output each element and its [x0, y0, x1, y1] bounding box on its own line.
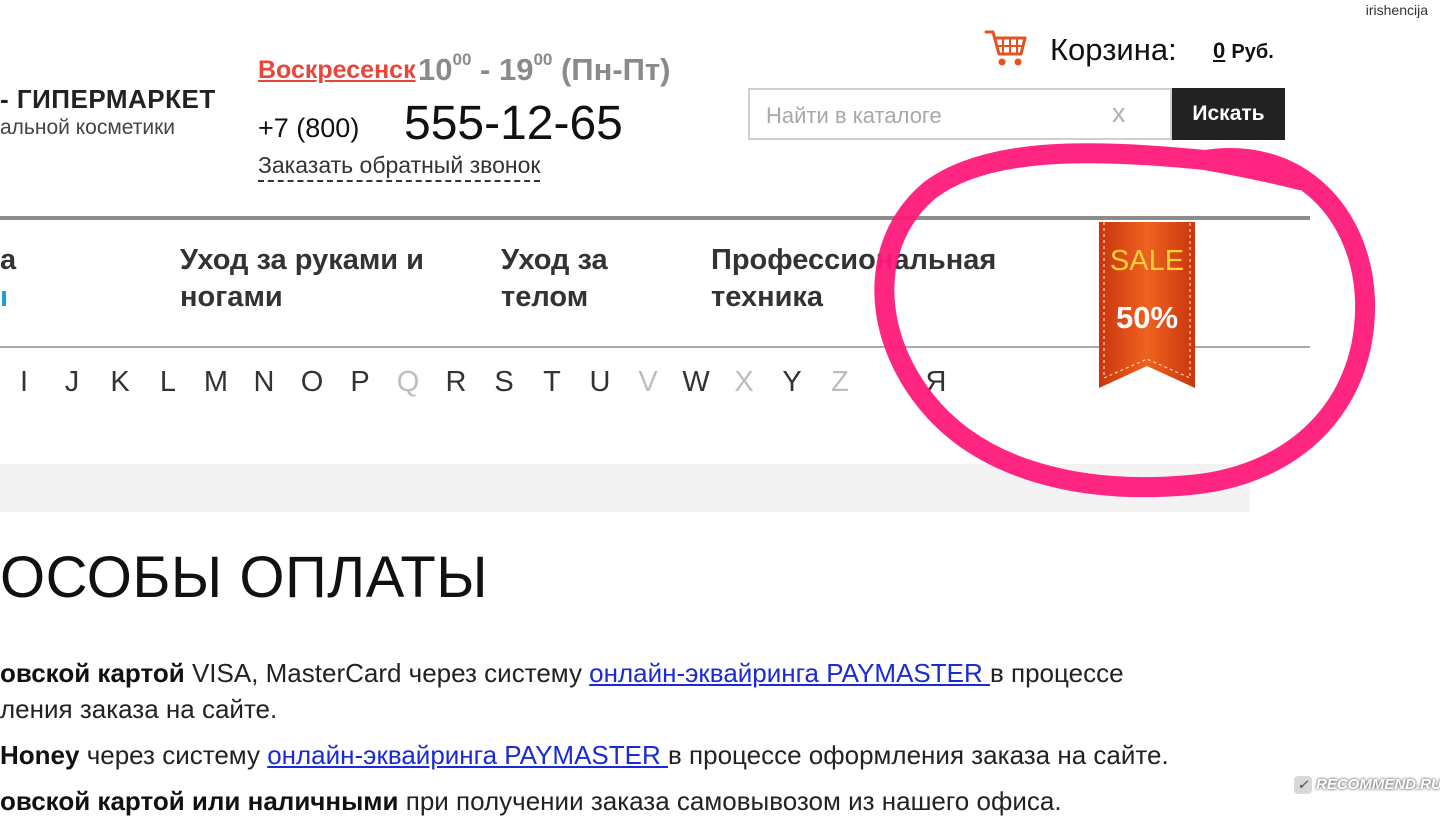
alphabet-letter[interactable]: N — [240, 366, 288, 399]
alphabet-letter[interactable]: I — [0, 366, 48, 399]
recommend-badge-icon: ✓ — [1294, 776, 1312, 795]
alphabet-letter[interactable]: S — [480, 366, 528, 399]
clear-search-icon[interactable]: x — [1112, 98, 1126, 129]
payment-option-card-online: овской картой VISA, MasterCard через сис… — [0, 658, 1124, 689]
alphabet-letter-disabled: Q — [396, 366, 420, 398]
alphabet-letter[interactable]: Я — [912, 366, 960, 399]
breadcrumb-bar — [0, 464, 1250, 512]
search-button[interactable]: Искать — [1172, 88, 1285, 140]
payment-text-tail: в процессе — [989, 658, 1124, 688]
hours-start-minutes: 00 — [452, 50, 472, 69]
payment-text: через систему — [79, 740, 268, 770]
work-days: (Пн-Пт) — [552, 52, 671, 87]
alphabet-letter-disabled: Z — [831, 366, 849, 398]
payment-method-bold: овской картой или наличными — [0, 786, 399, 816]
alphabet-letter[interactable]: U — [576, 366, 624, 399]
alphabet-letter[interactable]: P — [336, 366, 384, 399]
sale-percent: 50% — [1116, 300, 1178, 335]
cart-icon[interactable] — [984, 26, 1028, 70]
paymaster-link[interactable]: онлайн-эквайринга PAYMASTER — [267, 740, 668, 770]
nav-category-partial[interactable]: аı — [0, 242, 16, 316]
nav-category-partial-label: а — [0, 244, 17, 276]
alphabet-letter[interactable]: W — [672, 366, 720, 399]
nav-category-label: Профессиональная — [711, 244, 997, 276]
city-link[interactable]: Воскресенск — [258, 56, 416, 85]
nav-category-label: Уход за руками и — [180, 244, 425, 276]
cart-label[interactable]: Корзина: — [1050, 32, 1177, 68]
nav-category-hands-feet[interactable]: Уход за руками и ногами — [180, 242, 470, 316]
payment-text-tail: в процессе оформления заказа на сайте. — [668, 740, 1169, 770]
nav-category-label-2: ногами — [180, 281, 283, 313]
callback-link[interactable]: Заказать обратный звонок — [258, 152, 541, 182]
alphabet-filter: I J K L M N O P Q R S T U V W X Y Z Я — [0, 366, 960, 399]
alphabet-letter[interactable]: T — [528, 366, 576, 399]
alphabet-letter-disabled: X — [734, 366, 754, 398]
nav-category-body[interactable]: Уход за телом — [501, 242, 651, 316]
nav-category-label: Уход за — [501, 244, 608, 276]
payment-method-bold: овской картой — [0, 658, 185, 688]
payment-method-bold: Honey — [0, 740, 80, 770]
logo-subtitle: альной косметики — [0, 116, 176, 139]
alphabet-letter-disabled: V — [638, 366, 658, 398]
page-title: ОСОБЫ ОПЛАТЫ — [0, 545, 489, 610]
payment-text: при получении заказа самовывозом из наше… — [398, 786, 1062, 816]
payment-text: VISA, MasterCard через систему — [184, 658, 590, 688]
paymaster-link[interactable]: онлайн-эквайринга PAYMASTER — [589, 658, 990, 688]
alphabet-letter[interactable]: R — [432, 366, 480, 399]
hours-end: 19 — [498, 52, 534, 87]
logo-title[interactable]: - ГИПЕРМАРКЕТ — [0, 84, 216, 115]
working-hours: 1000 - 1900 (Пн-Пт) — [418, 50, 671, 88]
alphabet-letter[interactable]: K — [96, 366, 144, 399]
sale-ribbon[interactable]: SALE 50% — [1099, 222, 1195, 388]
hours-start: 10 — [418, 52, 453, 87]
recommend-watermark-text: RECOMMEND.RU — [1316, 776, 1440, 793]
nav-category-label-2: телом — [501, 281, 589, 313]
alphabet-letter[interactable]: L — [144, 366, 192, 399]
recommend-watermark: ✓ RECOMMEND.RU — [1294, 776, 1440, 795]
hours-end-minutes: 00 — [533, 50, 553, 69]
alphabet-letter[interactable]: O — [288, 366, 336, 399]
nav-category-partial-accent: ı — [0, 281, 9, 313]
hours-separator: - — [471, 52, 499, 87]
cart-amount-value: 0 — [1213, 38, 1226, 63]
cart-icon-graphic — [984, 30, 1027, 66]
phone-prefix: +7 (800) — [258, 113, 360, 143]
phone-number: 555-12-65 — [404, 97, 623, 150]
sale-label: SALE — [1110, 245, 1184, 277]
nav-category-label-2: техника — [711, 281, 824, 313]
payment-option-card-online-cont: ления заказа на сайте. — [0, 694, 278, 724]
alphabet-letter[interactable]: Y — [768, 366, 816, 399]
cart-currency: Руб. — [1231, 41, 1274, 63]
nav-category-professional[interactable]: Профессиональная техника — [711, 242, 1041, 316]
nav-top-divider — [0, 216, 1310, 220]
alphabet-letter[interactable]: M — [192, 366, 240, 399]
search-box: x — [748, 88, 1172, 140]
alphabet-letter[interactable]: J — [48, 366, 96, 399]
cart-amount[interactable]: 0 Руб. — [1213, 38, 1274, 64]
sale-ribbon-graphic: SALE 50% — [1099, 222, 1195, 388]
payment-option-pickup: овской картой или наличными при получени… — [0, 786, 1062, 817]
payment-option-emoney: Honey через систему онлайн-эквайринга PA… — [0, 740, 1169, 771]
alphabet-letter-disabled — [864, 366, 912, 399]
watermark-username: irishencija — [1365, 2, 1428, 18]
search-input[interactable] — [764, 100, 1098, 132]
